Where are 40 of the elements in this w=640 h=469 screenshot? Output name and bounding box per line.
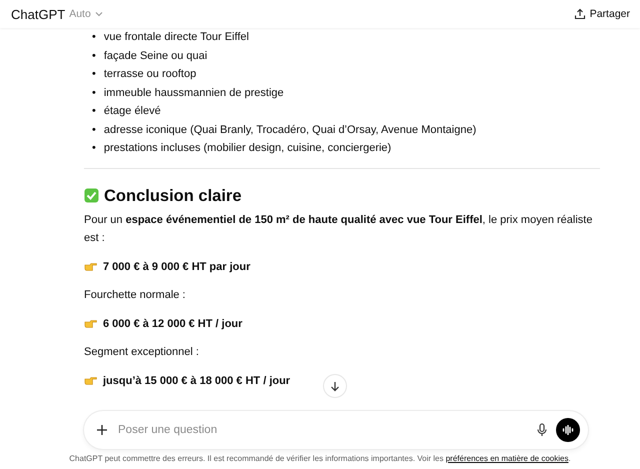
bullet-item: prestations incluses (mobilier design, cuisine, conciergerie) [104,141,392,156]
share-button[interactable]: Partager [574,8,630,20]
pointing-hand-icon [84,318,97,329]
microphone-button[interactable] [536,423,548,437]
paragraph: Fourchette normale : [84,288,186,303]
check-icon [84,188,99,203]
bullet-item: adresse iconique (Quai Branly, Trocadéro, Quai d’Orsay, Avenue Montaigne) [104,122,476,138]
voice-button[interactable] [556,418,580,442]
price-range: 7 000 € à 9 000 € HT par jour [103,260,250,274]
bullet-item: vue frontale directe Tour Eiffel [104,30,249,45]
disclaimer: ChatGPT peut commettre des erreurs. Il est recommandé de vérifier les informations importantes. Voir les préférences en matière de cookies. [69,454,571,463]
plus-icon [96,424,108,436]
bullet-marker: • [92,122,96,138]
price-range: 6 000 € à 12 000 € HT / jour [103,316,242,332]
bullet-marker: • [92,141,96,156]
bullet-marker: • [92,86,96,100]
bullet-marker: • [92,30,96,45]
paragraph: Segment exceptionnel : [84,345,200,360]
microphone-icon [536,423,548,437]
question-field[interactable]: Poser une question [116,423,528,437]
bullet-item: façade Seine ou quai [104,48,208,64]
bullet-marker: • [92,67,96,82]
chevron-icon [94,10,103,18]
add-button[interactable] [96,424,108,436]
paragraph: Pour un espace événementiel de 150 m² de haute qualité avec vue Tour Eiffel, le prix moyen réaliste est : [84,212,594,246]
pointing-hand-icon [84,376,97,386]
bullet-marker: • [92,104,96,119]
bullet-marker: • [92,48,96,64]
cookie-preferences-link[interactable]: préférences en matière de cookies [446,454,568,463]
pointing-hand-icon [84,262,97,272]
section-heading: Conclusion claire [104,186,242,206]
scroll-down-button[interactable] [324,375,346,397]
price-range: jusqu’à 15 000 € à 18 000 € HT / jour [103,374,290,388]
bullet-item: immeuble haussmannien de prestige [104,86,284,100]
sound-wave-icon [562,425,574,435]
bullet-item: étage élevé [104,104,161,119]
app-title: ChatGPT [11,6,66,22]
arrow-down-icon [330,380,340,392]
bullet-item: terrasse ou rooftop [104,67,196,82]
share-icon [574,8,586,20]
